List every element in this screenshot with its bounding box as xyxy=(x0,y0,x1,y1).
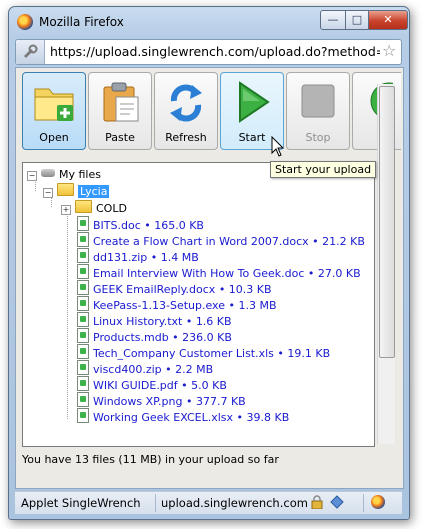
bookmark-star-icon[interactable]: ☆ xyxy=(382,41,396,60)
file-name: viscd400.zip • 2.2 MB xyxy=(93,363,214,376)
scroll-thumb[interactable] xyxy=(379,86,395,358)
file-name: dd131.zip • 1.4 MB xyxy=(93,251,199,264)
start-tooltip: Start your upload xyxy=(270,161,377,178)
vertical-scrollbar[interactable] xyxy=(377,84,395,444)
tree-folder-cold[interactable]: + COLD xyxy=(61,200,127,216)
drive-icon xyxy=(41,169,55,177)
file-icon xyxy=(77,280,89,295)
file-icon xyxy=(77,232,89,247)
file-item[interactable]: Create a Flow Chart in Word 2007.docx • … xyxy=(77,232,365,248)
file-item[interactable]: GEEK EmailReply.docx • 10.3 KB xyxy=(77,280,272,296)
file-icon xyxy=(77,312,89,327)
file-name: Linux History.txt • 1.6 KB xyxy=(93,315,232,328)
paste-button[interactable]: Paste xyxy=(88,72,152,150)
file-name: Create a Flow Chart in Word 2007.docx • … xyxy=(93,235,365,248)
refresh-button[interactable]: Refresh xyxy=(154,72,218,150)
file-icon xyxy=(77,408,89,423)
file-item[interactable]: Windows XP.png • 377.7 KB xyxy=(77,392,246,408)
file-icon xyxy=(77,248,89,263)
lock-icon[interactable] xyxy=(311,495,323,511)
stop-label: Stop xyxy=(305,131,331,144)
file-name: Products.mdb • 236.0 KB xyxy=(93,331,232,344)
collapse-icon[interactable]: − xyxy=(27,171,37,181)
file-item[interactable]: Linux History.txt • 1.6 KB xyxy=(77,312,232,328)
file-item[interactable]: KeePass-1.13-Setup.exe • 1.3 MB xyxy=(77,296,277,312)
file-item[interactable]: Products.mdb • 236.0 KB xyxy=(77,328,232,344)
file-icon xyxy=(77,392,89,407)
stop-icon xyxy=(301,84,335,118)
play-icon xyxy=(239,81,270,123)
refresh-icon xyxy=(170,84,202,122)
collapse-icon[interactable]: − xyxy=(43,188,53,198)
file-item[interactable]: BITS.doc • 165.0 KB xyxy=(77,216,204,232)
paste-label: Paste xyxy=(105,131,135,144)
file-icon xyxy=(77,360,89,375)
open-button[interactable]: Open xyxy=(22,72,86,150)
file-icon xyxy=(77,376,89,391)
file-name: BITS.doc • 165.0 KB xyxy=(93,219,204,232)
browser-window: Mozilla Firefox — □ ✕ https://upload.sin… xyxy=(8,6,410,520)
root-label: My files xyxy=(59,168,101,181)
file-icon xyxy=(77,264,89,279)
maximize-button[interactable]: □ xyxy=(345,10,369,30)
subfolder-label: COLD xyxy=(96,202,127,215)
close-button[interactable]: ✕ xyxy=(368,10,408,30)
domain-status[interactable]: upload.singlewrench.com xyxy=(161,495,308,511)
file-item[interactable]: dd131.zip • 1.4 MB xyxy=(77,248,199,264)
file-item[interactable]: Working Geek EXCEL.xlsx • 39.8 KB xyxy=(77,408,289,424)
file-icon xyxy=(77,344,89,359)
file-tree[interactable]: − My files − Lycia + COLD BITS.doc • 165.0 … xyxy=(22,162,375,447)
applet-area: Open Paste Refresh Start Stop − My files… xyxy=(15,67,404,489)
file-name: Email Interview With How To Geek.doc • 2… xyxy=(93,267,361,280)
firefox-status-icon[interactable] xyxy=(371,495,385,511)
tree-folder-lycia[interactable]: − Lycia xyxy=(43,183,110,199)
expand-icon[interactable]: + xyxy=(61,205,71,215)
file-name: Windows XP.png • 377.7 KB xyxy=(93,395,246,408)
open-folder-icon xyxy=(34,88,74,121)
browser-status-bar: Applet SingleWrench upload.singlewrench.… xyxy=(15,491,402,514)
addon-icon[interactable] xyxy=(329,495,345,511)
file-icon xyxy=(77,216,89,231)
url-field[interactable]: https://upload.singlewrench.com/upload.d… xyxy=(50,44,380,59)
stop-button[interactable]: Stop xyxy=(286,72,350,150)
mouse-cursor-icon xyxy=(271,136,285,157)
file-item[interactable]: Tech_Company Customer List.xls • 19.1 KB xyxy=(77,344,330,360)
folder-icon xyxy=(75,200,92,213)
file-name: WIKI GUIDE.pdf • 5.0 KB xyxy=(93,379,227,392)
folder-label: Lycia xyxy=(78,185,110,198)
file-name: Tech_Company Customer List.xls • 19.1 KB xyxy=(93,347,331,360)
refresh-label: Refresh xyxy=(165,131,207,144)
minimize-button[interactable]: — xyxy=(320,10,346,30)
file-name: KeePass-1.13-Setup.exe • 1.3 MB xyxy=(93,299,277,312)
file-item[interactable]: viscd400.zip • 2.2 MB xyxy=(77,360,213,376)
title-bar[interactable]: Mozilla Firefox — □ ✕ xyxy=(9,7,409,37)
file-icon xyxy=(77,296,89,311)
firefox-icon xyxy=(17,14,33,30)
file-name: Working Geek EXCEL.xlsx • 39.8 KB xyxy=(93,411,290,424)
file-icon xyxy=(77,328,89,343)
file-name: GEEK EmailReply.docx • 10.3 KB xyxy=(93,283,272,296)
window-title: Mozilla Firefox xyxy=(39,15,124,29)
tree-root[interactable]: − My files xyxy=(27,167,101,183)
open-label: Open xyxy=(39,131,69,144)
folder-icon xyxy=(57,183,74,196)
address-bar[interactable]: https://upload.singlewrench.com/upload.d… xyxy=(15,39,402,65)
upload-summary: You have 13 files (11 MB) in your upload… xyxy=(22,453,279,466)
clipboard-icon xyxy=(103,82,139,122)
file-item[interactable]: WIKI GUIDE.pdf • 5.0 KB xyxy=(77,376,227,392)
applet-status: Applet SingleWrench xyxy=(21,496,141,510)
file-item[interactable]: Email Interview With How To Geek.doc • 2… xyxy=(77,264,361,280)
site-identity-icon[interactable] xyxy=(16,40,45,64)
